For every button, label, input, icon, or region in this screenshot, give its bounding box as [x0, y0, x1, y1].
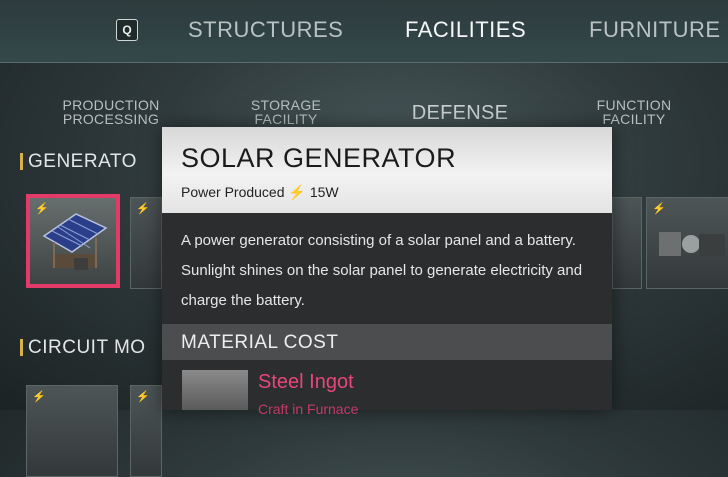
lightning-icon: ⚡ [288, 184, 306, 200]
q-hotkey-icon[interactable]: Q [116, 19, 138, 41]
section-label-generators: GENERATO [20, 151, 137, 172]
material-name: Steel Ingot [258, 371, 354, 393]
power-bolt-icon: ⚡ [32, 391, 46, 403]
popup-description: A power generator consisting of a solar … [181, 232, 583, 309]
subtab-label-line1: FUNCTION [596, 97, 672, 113]
power-bolt-icon: ⚡ [35, 203, 49, 215]
subtab-label-line1: PRODUCTION [62, 97, 160, 113]
power-value: 15W [309, 184, 339, 200]
material-source: Craft in Furnace [258, 401, 359, 417]
item-slot[interactable]: ⚡ [130, 197, 162, 289]
subtab-storage-facility[interactable]: STORAGE FACILITY [231, 98, 341, 126]
popup-title: SOLAR GENERATOR [181, 143, 457, 173]
power-produced: Power Produced ⚡ 15W [181, 184, 339, 201]
subtab-label-line2: FACILITY [602, 111, 666, 127]
steel-ingot-icon [182, 370, 248, 410]
subtab-label-line2: FACILITY [254, 111, 318, 127]
top-nav: Q STRUCTURES FACILITIES FURNITURE [0, 0, 728, 63]
item-slot[interactable]: ⚡ [130, 385, 162, 477]
item-detail-popup: SOLAR GENERATOR Power Produced ⚡ 15W A po… [162, 127, 612, 417]
material-cost-header: MATERIAL COST [162, 324, 612, 360]
tab-facilities[interactable]: FACILITIES [405, 17, 526, 43]
tab-furniture[interactable]: FURNITURE [589, 17, 721, 43]
section-label-circuit: CIRCUIT MO [20, 337, 146, 358]
subtab-defense[interactable]: DEFENSE [400, 103, 520, 123]
subtab-label-line2: PROCESSING [62, 111, 160, 127]
subtab-function-facility[interactable]: FUNCTION FACILITY [582, 98, 686, 126]
power-bolt-icon: ⚡ [136, 203, 150, 215]
power-bolt-icon: ⚡ [652, 203, 666, 215]
item-slot[interactable] [612, 197, 642, 289]
item-slot[interactable]: ⚡ [26, 385, 118, 477]
tab-structures[interactable]: STRUCTURES [188, 17, 343, 43]
item-slot[interactable]: ⚡ [646, 197, 728, 289]
popup-header: SOLAR GENERATOR Power Produced ⚡ 15W [162, 127, 612, 213]
sub-nav: PRODUCTION PROCESSING STORAGE FACILITY D… [0, 62, 728, 134]
subtab-label-line1: STORAGE [250, 97, 322, 113]
power-label: Power Produced [181, 184, 285, 200]
power-bolt-icon: ⚡ [136, 391, 150, 403]
item-slot-solar-generator[interactable]: ⚡ [26, 194, 120, 288]
material-cost-label: MATERIAL COST [181, 332, 339, 353]
subtab-production-processing[interactable]: PRODUCTION PROCESSING [52, 98, 170, 126]
